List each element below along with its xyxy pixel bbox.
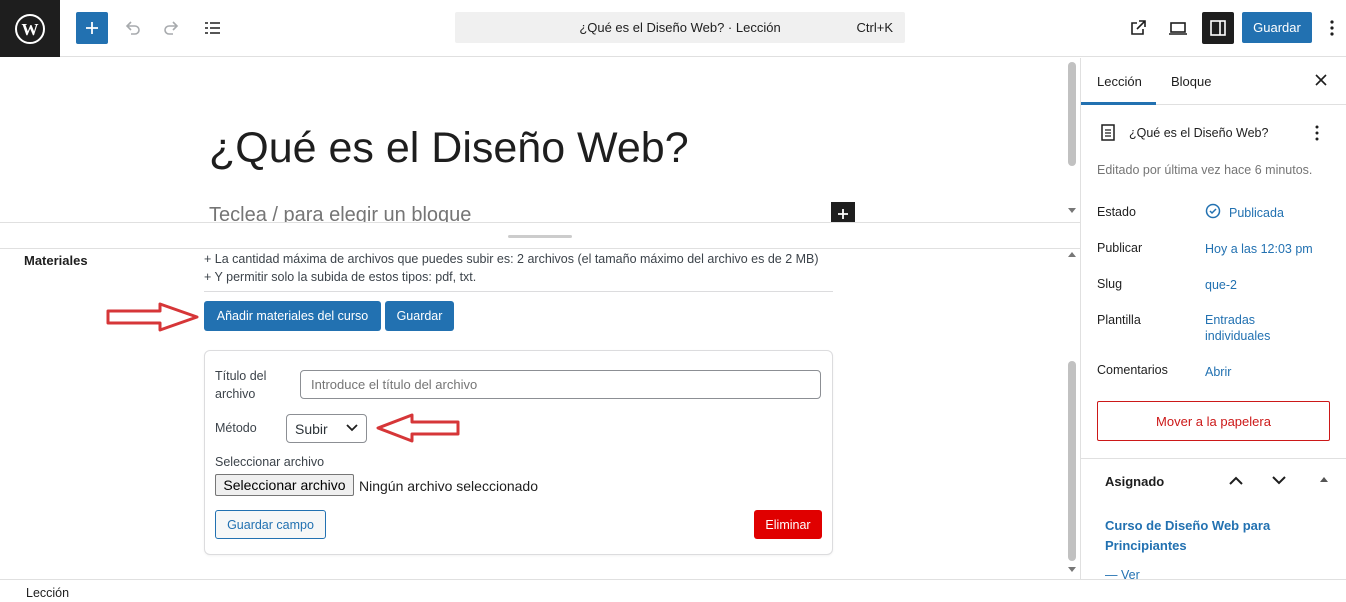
resize-handle[interactable] xyxy=(508,235,572,238)
chevron-down-icon xyxy=(346,424,358,432)
external-link-icon xyxy=(1131,20,1146,35)
editor-scroll-thumb[interactable] xyxy=(1068,62,1076,166)
scroll-up-icon[interactable] xyxy=(1068,252,1076,258)
file-field-card: Título del archivo Método Subir Seleccio… xyxy=(204,350,833,555)
no-file-text: Ningún archivo seleccionado xyxy=(359,478,538,494)
save-button[interactable]: Guardar xyxy=(1242,12,1312,43)
more-vertical-icon xyxy=(1330,20,1334,36)
file-title-input[interactable] xyxy=(300,370,821,399)
plus-icon xyxy=(838,209,848,219)
editor-canvas[interactable]: ¿Qué es el Diseño Web? Teclea / para ele… xyxy=(0,58,1080,222)
desktop-icon xyxy=(1169,22,1187,35)
publish-label: Publicar xyxy=(1097,241,1143,255)
list-view-icon xyxy=(205,22,220,34)
undo-icon xyxy=(125,21,140,35)
last-edited-text: Editado por última vez hace 6 minutos. xyxy=(1097,163,1313,177)
method-select-value: Subir xyxy=(295,421,328,437)
divider xyxy=(1081,458,1346,459)
assigned-panel-title[interactable]: Asignado xyxy=(1105,474,1164,489)
tab-leccion[interactable]: Lección xyxy=(1097,74,1142,89)
redo-icon xyxy=(164,21,179,35)
scroll-down-icon[interactable] xyxy=(1068,567,1076,573)
block-inserter-button[interactable] xyxy=(831,202,855,222)
assigned-course-link[interactable]: Curso de Diseño Web para Principiantes xyxy=(1105,516,1305,556)
template-value-line: individuales xyxy=(1205,329,1271,343)
svg-text:W: W xyxy=(22,20,39,39)
view-course-link[interactable]: — Ver xyxy=(1105,568,1140,579)
command-palette-bar[interactable]: ¿Qué es el Diseño Web? · Lección Ctrl+K xyxy=(455,12,905,43)
metabox-scroll-thumb[interactable] xyxy=(1068,361,1076,561)
info-line: + La cantidad máxima de archivos que pue… xyxy=(204,252,819,266)
document-title: ¿Qué es el Diseño Web? xyxy=(1129,126,1269,140)
view-post-button[interactable] xyxy=(1122,12,1154,44)
preview-button[interactable] xyxy=(1162,12,1194,44)
move-to-trash-button[interactable]: Mover a la papelera xyxy=(1097,401,1330,441)
add-materials-button[interactable]: Añadir materiales del curso xyxy=(204,301,381,331)
delete-button[interactable]: Eliminar xyxy=(754,510,822,539)
metabox-save-button[interactable]: Guardar xyxy=(385,301,454,331)
published-check-icon xyxy=(1205,203,1221,219)
sidebar-tabs: Lección Bloque xyxy=(1081,58,1346,105)
method-select[interactable]: Subir xyxy=(286,414,367,443)
select-file-button[interactable]: Seleccionar archivo xyxy=(215,474,354,496)
editor-scrollbar[interactable] xyxy=(1066,58,1078,222)
chevron-down-icon[interactable] xyxy=(1272,476,1286,485)
annotation-arrow xyxy=(376,413,460,443)
breadcrumb-item[interactable]: Lección xyxy=(26,586,69,600)
collapse-panel-icon[interactable] xyxy=(1320,477,1328,483)
status-label: Estado xyxy=(1097,205,1136,219)
comments-value[interactable]: Abrir xyxy=(1205,364,1231,380)
template-label: Plantilla xyxy=(1097,313,1141,327)
settings-sidebar: Lección Bloque ¿Qué es el Diseño Web? Ed… xyxy=(1080,58,1346,579)
undo-button[interactable] xyxy=(116,12,148,44)
publish-value[interactable]: Hoy a las 12:03 pm xyxy=(1205,241,1313,257)
scroll-down-icon[interactable] xyxy=(1068,208,1076,214)
top-toolbar: W ¿Qué es el Diseño Web? · Lección Ctrl+… xyxy=(0,0,1346,57)
slug-label: Slug xyxy=(1097,277,1123,291)
sidebar-icon xyxy=(1210,20,1226,36)
command-shortcut: Ctrl+K xyxy=(856,20,893,35)
info-line: + Y permitir solo la subida de estos tip… xyxy=(204,270,477,284)
add-block-button[interactable] xyxy=(76,12,108,44)
post-title[interactable]: ¿Qué es el Diseño Web? xyxy=(209,124,689,173)
tab-bloque[interactable]: Bloque xyxy=(1171,74,1211,89)
plus-icon xyxy=(86,22,98,34)
document-overview-button[interactable] xyxy=(196,12,228,44)
breadcrumb: Lección xyxy=(0,579,1346,602)
template-value[interactable]: Entradas individuales xyxy=(1205,312,1270,344)
metabox-resize-bar[interactable] xyxy=(0,222,1080,249)
redo-button[interactable] xyxy=(156,12,188,44)
metabox-label: Materiales xyxy=(24,253,88,268)
more-vertical-icon[interactable] xyxy=(1315,125,1319,141)
metabox-scrollbar[interactable] xyxy=(1066,249,1078,579)
wordpress-logo-icon[interactable]: W xyxy=(0,0,60,57)
close-icon[interactable] xyxy=(1314,73,1328,87)
slug-value[interactable]: que-2 xyxy=(1205,277,1237,293)
active-tab-indicator xyxy=(1081,102,1156,105)
block-placeholder[interactable]: Teclea / para elegir un bloque xyxy=(209,204,471,222)
document-icon xyxy=(1101,124,1115,141)
save-field-button[interactable]: Guardar campo xyxy=(215,510,326,539)
comments-label: Comentarios xyxy=(1097,363,1168,377)
chevron-up-icon[interactable] xyxy=(1229,476,1243,485)
method-label: Método xyxy=(215,421,257,435)
settings-panel-toggle[interactable] xyxy=(1202,12,1234,44)
annotation-arrow xyxy=(106,302,199,332)
options-button[interactable] xyxy=(1320,12,1344,44)
template-value-line: Entradas xyxy=(1205,313,1256,327)
divider xyxy=(204,291,833,292)
select-file-label: Seleccionar archivo xyxy=(215,455,325,469)
metabox-area: Materiales + La cantidad máxima de archi… xyxy=(0,249,1080,579)
command-bar-title: ¿Qué es el Diseño Web? · Lección xyxy=(579,20,781,35)
file-title-label: Título del archivo xyxy=(215,369,267,401)
status-value[interactable]: Publicada xyxy=(1229,205,1284,221)
